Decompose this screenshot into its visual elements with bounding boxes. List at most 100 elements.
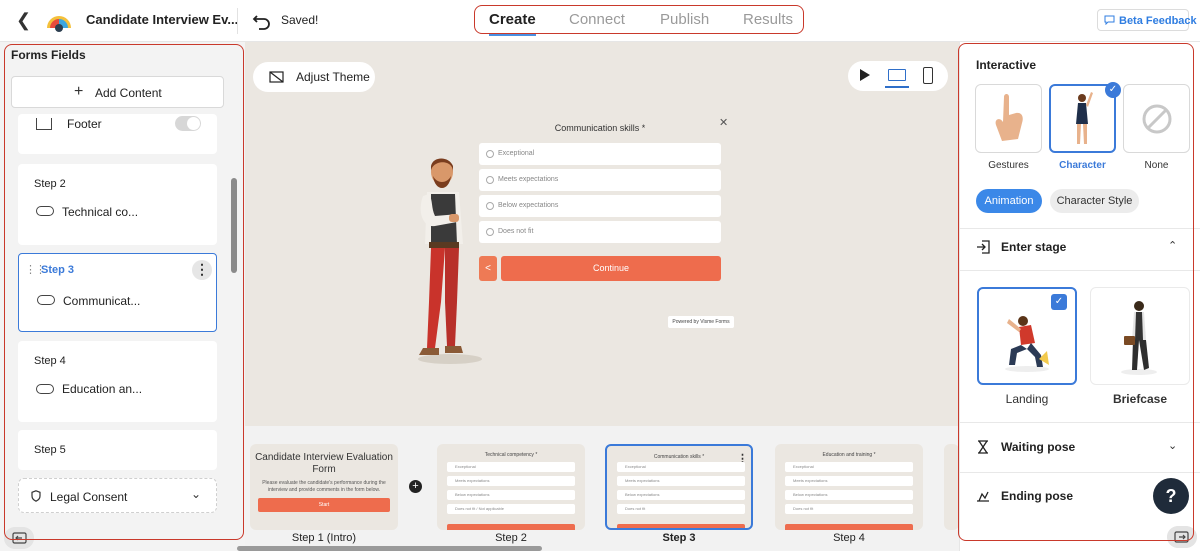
- step-card-2[interactable]: Step 2 Technical co...: [18, 164, 217, 245]
- character-option[interactable]: ✓: [1049, 82, 1121, 153]
- beta-feedback-label: Beta Feedback: [1119, 15, 1197, 27]
- legal-consent-card[interactable]: Legal Consent ⌄: [18, 478, 217, 513]
- footer-toggle[interactable]: [175, 116, 201, 131]
- form-canvas: Adjust Theme Communication skills * ✕ Ex…: [245, 42, 959, 426]
- step-label: Step 5: [34, 444, 66, 456]
- previous-button[interactable]: <: [479, 256, 497, 281]
- scrollbar[interactable]: [231, 178, 237, 273]
- thumb-question: Education and training *: [822, 452, 876, 458]
- step-card-3[interactable]: ⋮⋮ Step 3 ⋮ Communicat...: [18, 253, 217, 332]
- form-title[interactable]: Candidate Interview Ev...: [86, 12, 238, 27]
- answer-option[interactable]: Exceptional: [479, 143, 721, 165]
- mobile-icon[interactable]: [923, 67, 933, 84]
- step-thumbnail-3[interactable]: Communication skills * ⋮ Exceptional Mee…: [605, 444, 753, 530]
- chevron-up-icon[interactable]: ⌃: [1168, 239, 1177, 252]
- interactive-panel: Interactive Gestures ✓ Character None An…: [959, 42, 1200, 551]
- desktop-icon[interactable]: [888, 69, 906, 81]
- thumb-option-label: Does not fit: [793, 506, 814, 511]
- thumb-option: Exceptional: [447, 462, 575, 472]
- none-icon: [1142, 104, 1172, 134]
- divider: [960, 472, 1200, 473]
- footer-field-card[interactable]: Footer: [18, 114, 217, 154]
- pose-landing[interactable]: ✓: [977, 287, 1077, 385]
- back-arrow-icon[interactable]: ❮: [16, 10, 36, 30]
- continue-button[interactable]: Continue: [501, 256, 721, 281]
- step-thumbnail-1[interactable]: Candidate Interview Evaluation Form Plea…: [250, 444, 398, 530]
- gestures-option[interactable]: [975, 84, 1042, 153]
- tab-character-style[interactable]: Character Style: [1050, 189, 1139, 213]
- collapse-left-panel-icon[interactable]: [4, 527, 34, 549]
- desktop-active-indicator: [885, 86, 909, 88]
- form-fields-panel: Forms Fields Footer + Add Content Step 2…: [0, 42, 245, 551]
- pose-briefcase[interactable]: [1090, 287, 1190, 385]
- step-card-5[interactable]: Step 5: [18, 430, 217, 470]
- answer-option[interactable]: Below expectations: [479, 195, 721, 217]
- none-option[interactable]: [1123, 84, 1190, 153]
- answer-option[interactable]: Meets expectations: [479, 169, 721, 191]
- add-content-label: Add Content: [95, 86, 162, 100]
- thumb-option: Below expectations: [785, 490, 913, 500]
- step-thumbnail-2[interactable]: Technical competency * Exceptional Meets…: [437, 444, 585, 530]
- section-label: Waiting pose: [1001, 440, 1076, 454]
- panel-title: Interactive: [976, 58, 1037, 72]
- thumb-option: Meets expectations: [785, 476, 913, 486]
- tab-create[interactable]: Create: [489, 11, 536, 36]
- collapse-right-panel-icon[interactable]: [1167, 526, 1197, 548]
- thumb-continue: [447, 524, 575, 530]
- thumb-option: Meets expectations: [447, 476, 575, 486]
- answer-option[interactable]: Does not fit: [479, 221, 721, 243]
- radio-icon: [486, 228, 494, 236]
- help-button[interactable]: ?: [1153, 478, 1189, 514]
- thumb-question: Technical competency *: [484, 452, 538, 458]
- tab-animation[interactable]: Animation: [976, 189, 1042, 213]
- theme-icon: [269, 71, 284, 83]
- step-thumbnail-5[interactable]: [944, 444, 959, 530]
- thumb-option: Does not fit / Not applicable: [447, 504, 575, 514]
- thumbnail-label: Step 1 (Intro): [291, 532, 357, 544]
- section-label: Enter stage: [1001, 240, 1067, 254]
- field-label: Education an...: [62, 382, 143, 396]
- pose-label: Landing: [1005, 392, 1049, 406]
- chevron-down-icon[interactable]: ⌄: [1168, 439, 1177, 452]
- thumb-option-label: Meets expectations: [625, 478, 660, 483]
- thumb-option: Does not fit: [617, 504, 745, 514]
- add-step-icon[interactable]: +: [409, 480, 422, 493]
- thumb-option-label: Meets expectations: [455, 478, 490, 483]
- waiting-pose-section[interactable]: Waiting pose ⌄: [976, 438, 1186, 458]
- step-label: Step 2: [34, 178, 66, 190]
- thumb-option-label: Exceptional: [793, 464, 814, 469]
- divider: [960, 422, 1200, 423]
- thumb-option-label: Does not fit / Not applicable: [455, 506, 504, 511]
- thumbnail-label: Step 2: [495, 532, 527, 544]
- undo-icon[interactable]: [252, 10, 272, 30]
- thumb-option: Below expectations: [447, 490, 575, 500]
- step-thumbnail-4[interactable]: Education and training * Exceptional Mee…: [775, 444, 923, 530]
- tab-results[interactable]: Results: [743, 11, 793, 28]
- thumbnail-label: Step 3: [662, 532, 696, 544]
- chevron-down-icon[interactable]: ⌄: [191, 487, 201, 501]
- more-options-icon[interactable]: ⋮: [192, 260, 212, 280]
- beta-feedback-button[interactable]: Beta Feedback: [1097, 9, 1197, 31]
- thumb-option-label: Below expectations: [455, 492, 490, 497]
- hourglass-icon: [978, 440, 988, 454]
- chat-bubble-icon: [1104, 15, 1115, 25]
- option-label: Below expectations: [498, 202, 559, 209]
- divider: [237, 8, 238, 34]
- add-content-button[interactable]: + Add Content: [11, 76, 224, 108]
- input-field-icon: [36, 384, 54, 394]
- play-icon[interactable]: [860, 69, 870, 81]
- tab-publish[interactable]: Publish: [660, 11, 709, 28]
- panel-title: Forms Fields: [11, 48, 86, 62]
- divider: [960, 270, 1200, 271]
- device-switcher: [848, 61, 948, 91]
- thumb-option: Exceptional: [617, 462, 745, 472]
- option-label: Exceptional: [498, 150, 535, 157]
- horizontal-scrollbar[interactable]: [237, 546, 542, 551]
- close-icon[interactable]: ✕: [719, 116, 728, 129]
- tab-connect[interactable]: Connect: [569, 11, 625, 28]
- enter-stage-section[interactable]: Enter stage ⌃: [976, 238, 1186, 258]
- thumb-option-label: Exceptional: [455, 464, 476, 469]
- adjust-theme-button[interactable]: Adjust Theme: [253, 62, 375, 92]
- powered-by-badge[interactable]: Powered by Visme Forms: [668, 316, 734, 328]
- step-card-4[interactable]: Step 4 Education an...: [18, 341, 217, 422]
